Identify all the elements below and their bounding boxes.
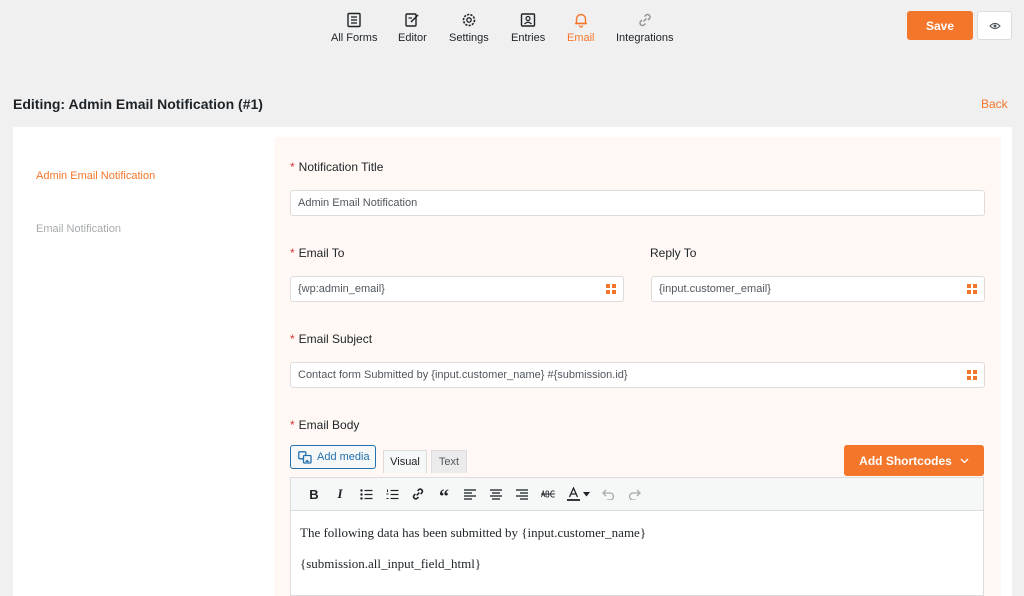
nav-label: Integrations [616,32,674,44]
align-right-icon[interactable] [509,481,535,507]
nav-label: Entries [511,32,546,44]
media-icon [298,450,312,464]
email-to-label: * Email To [290,246,345,260]
shortcode-grid-icon[interactable] [606,284,616,294]
blockquote-icon[interactable]: “ [431,481,457,508]
page-title: Editing: Admin Email Notification (#1) [13,96,263,112]
top-nav: All Forms Editor Settings Entries Email … [0,0,1024,62]
editor-line: The following data has been submitted by… [300,525,647,540]
notification-card: Admin Email Notification Email Notificat… [13,127,1012,596]
add-media-button[interactable]: Add media [290,445,376,469]
strikethrough-icon[interactable] [535,481,561,507]
editor-line: {submission.all_input_field_html} [300,556,482,571]
align-center-icon[interactable] [483,481,509,507]
required-marker: * [290,332,295,346]
notification-form: * Notification Title Admin Email Notifica… [274,137,1001,596]
email-subject-label: * Email Subject [290,332,373,346]
eye-icon [988,22,1001,29]
link-icon [639,13,651,27]
edit-icon [405,13,419,27]
text-color-icon[interactable] [561,481,595,507]
shortcode-grid-icon[interactable] [967,370,977,380]
entries-icon [520,13,536,27]
required-marker: * [290,418,295,432]
undo-icon[interactable] [595,481,621,507]
back-link[interactable]: Back [981,97,1008,111]
email-subject-input[interactable]: Contact form Submitted by {input.custome… [290,362,985,388]
tab-text[interactable]: Text [431,450,467,473]
save-button[interactable]: Save [907,11,973,40]
nav-entries[interactable]: Entries [511,12,545,44]
numbered-list-icon[interactable] [379,481,405,507]
shortcode-grid-icon[interactable] [967,284,977,294]
notification-title-input[interactable]: Admin Email Notification [290,190,985,216]
nav-email[interactable]: Email [567,12,595,44]
sidebar-item-admin-email[interactable]: Admin Email Notification [36,170,155,182]
notification-title-label: * Notification Title [290,160,384,174]
preview-button[interactable] [977,11,1012,40]
gear-icon [462,13,476,27]
add-shortcodes-button[interactable]: Add Shortcodes [844,445,984,476]
email-body-editor[interactable]: The following data has been submitted by… [290,511,984,596]
forms-icon [347,12,361,28]
nav-label: Email [567,32,595,44]
align-left-icon[interactable] [457,481,483,507]
required-marker: * [290,160,295,174]
nav-integrations[interactable]: Integrations [616,12,673,44]
bulleted-list-icon[interactable] [353,481,379,507]
email-to-input[interactable]: {wp:admin_email} [290,276,624,302]
required-marker: * [290,246,295,260]
nav-editor[interactable]: Editor [398,12,427,44]
nav-settings[interactable]: Settings [449,12,489,44]
tab-visual[interactable]: Visual [383,450,427,473]
link-icon[interactable] [405,481,431,507]
nav-label: Settings [449,32,489,44]
email-body-label: * Email Body [290,418,360,432]
bell-icon [574,13,587,28]
reply-to-input[interactable]: {input.customer_email} [651,276,985,302]
nav-label: All Forms [331,32,378,44]
chevron-down-icon [960,458,969,463]
nav-all-forms[interactable]: All Forms [331,12,377,44]
redo-icon[interactable] [621,481,647,507]
nav-label: Editor [398,32,427,44]
sidebar-item-email-notification[interactable]: Email Notification [36,223,121,235]
reply-to-label: Reply To [650,246,697,260]
caret-down-icon [582,491,590,496]
editor-toolbar: B I “ [290,477,984,511]
bold-icon[interactable]: B [301,481,327,507]
italic-icon[interactable]: I [327,481,353,507]
